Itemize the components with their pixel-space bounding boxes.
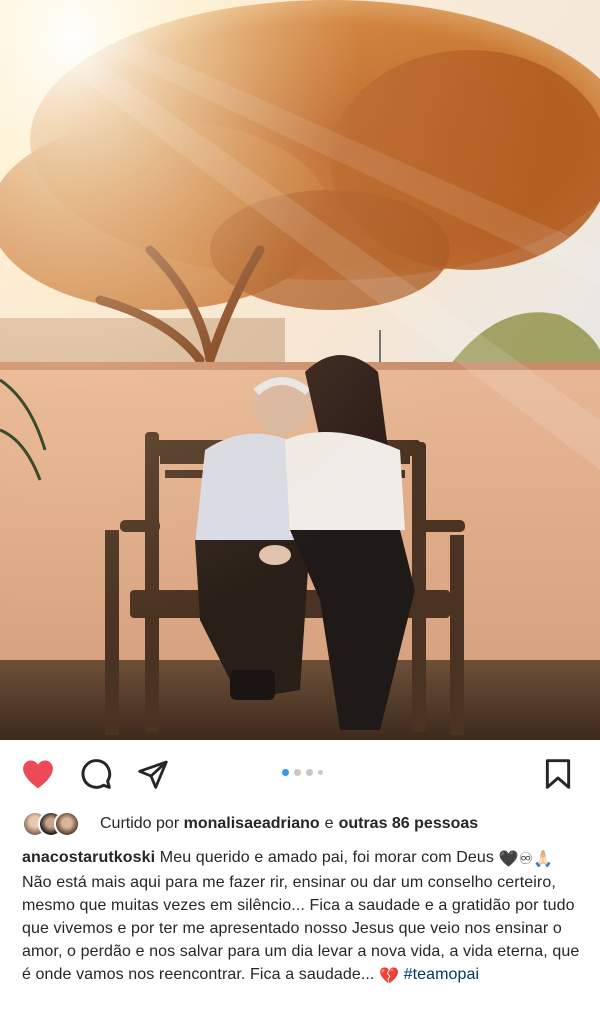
liker-avatars — [22, 811, 90, 837]
bookmark-icon — [545, 759, 571, 789]
paper-plane-icon — [138, 760, 168, 789]
post-caption: anacostarutkoski Meu querido e amado pai… — [22, 846, 582, 1010]
carousel-indicator — [282, 769, 323, 776]
caption-emoji-1: 🖤♾🙏🏻 — [498, 851, 554, 868]
heart-filled-icon — [23, 760, 53, 789]
likes-summary[interactable]: Curtido por monalisaeadriano e outras 86… — [22, 810, 478, 838]
post-action-bar — [0, 748, 600, 800]
caption-text-2: Não está mais aqui para me fazer rir, en… — [22, 874, 580, 983]
avatar — [54, 811, 80, 837]
post-photo[interactable] — [0, 0, 600, 740]
share-button[interactable] — [135, 756, 171, 792]
liker-username[interactable]: monalisaeadriano — [184, 815, 320, 833]
comment-icon — [81, 759, 112, 789]
save-button[interactable] — [540, 756, 576, 792]
caption-emoji-2: 💔 — [379, 968, 400, 985]
caption-text-1: Meu querido e amado pai, foi morar com D… — [155, 849, 499, 866]
comment-button[interactable] — [78, 756, 114, 792]
carousel-dot-active — [282, 769, 289, 776]
carousel-dot — [294, 769, 301, 776]
caption-hashtag[interactable]: #teamopai — [404, 966, 480, 983]
likes-prefix: Curtido por — [100, 815, 180, 832]
likes-connector: e — [324, 815, 334, 832]
carousel-dot — [318, 770, 323, 775]
likes-others[interactable]: outras 86 pessoas — [339, 815, 479, 833]
like-button[interactable] — [20, 756, 56, 792]
photo-icon — [0, 0, 600, 740]
carousel-dot — [306, 769, 313, 776]
caption-username[interactable]: anacostarutkoski — [22, 849, 155, 866]
